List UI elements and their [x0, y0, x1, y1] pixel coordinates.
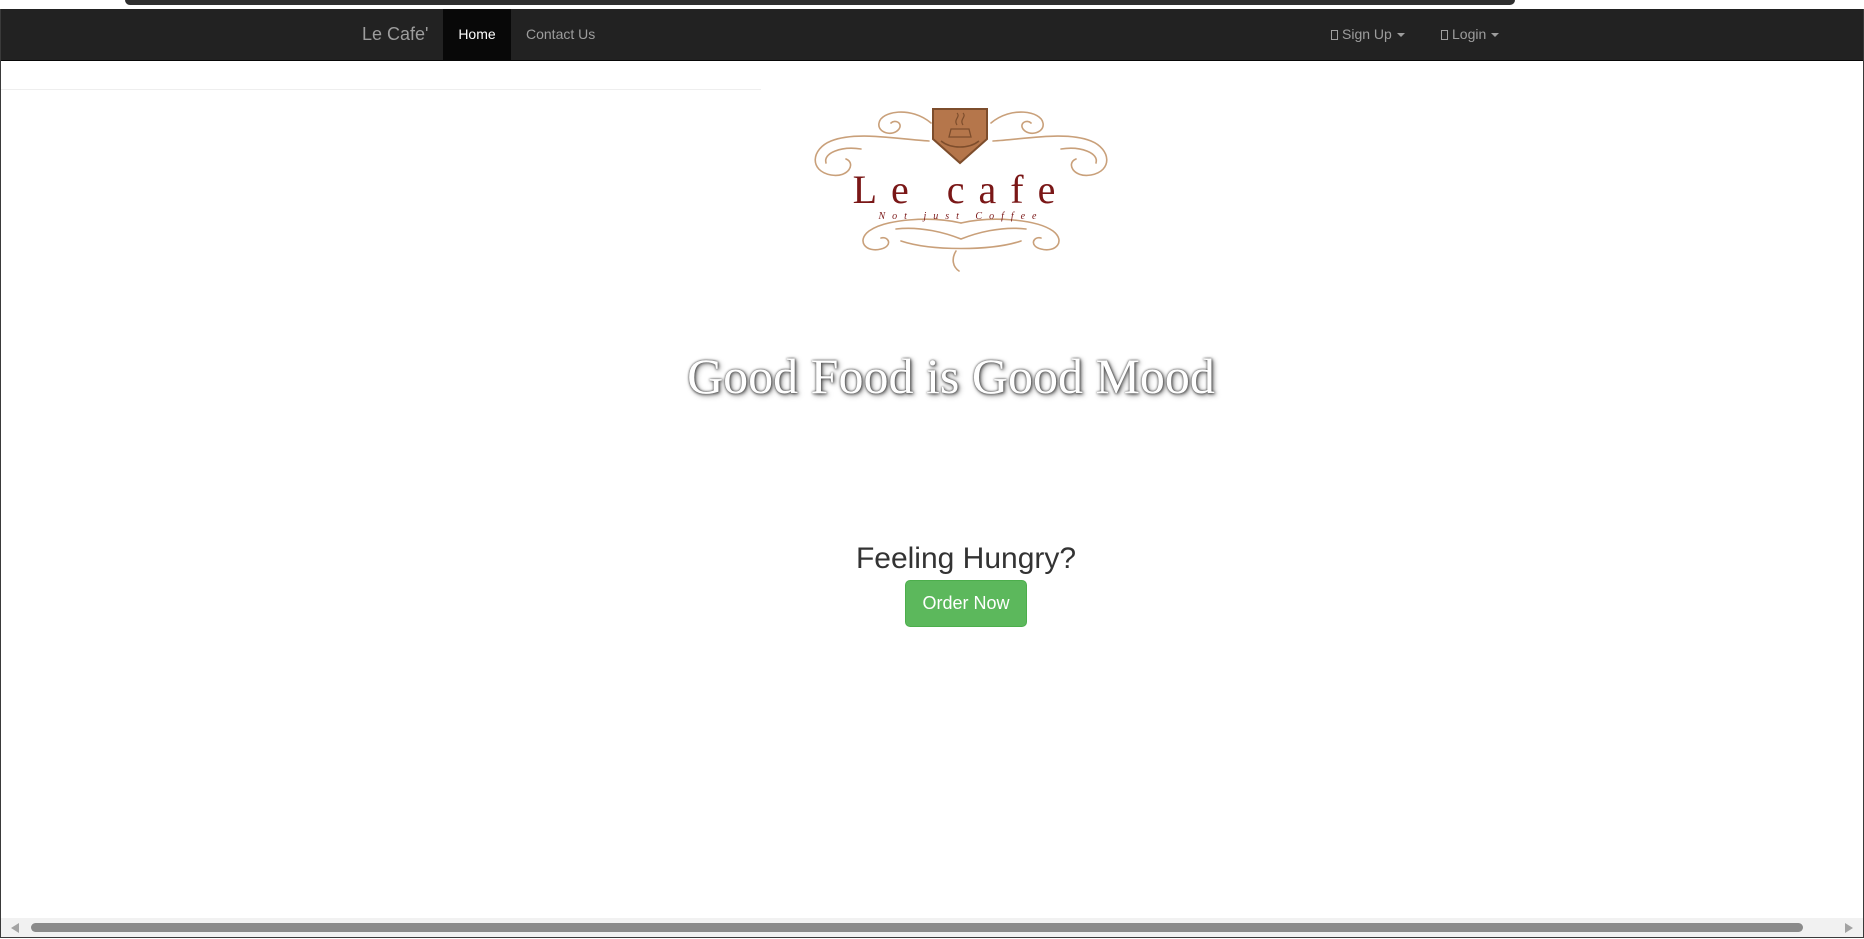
sign-up-dropdown[interactable]: Sign Up — [1331, 9, 1405, 60]
cta-heading: Feeling Hungry? — [855, 542, 1077, 575]
nav-link-contact-us[interactable]: Contact Us — [511, 9, 610, 60]
caret-down-icon — [1396, 33, 1405, 37]
scroll-right-arrow-icon[interactable] — [1845, 923, 1853, 933]
caret-down-icon — [1491, 33, 1500, 37]
divider — [1, 89, 761, 90]
horizontal-scrollbar[interactable] — [1, 918, 1863, 937]
login-icon — [1441, 30, 1448, 40]
svg-text:Le cafe: Le cafe — [853, 167, 1070, 212]
window-top-bar — [125, 0, 1515, 5]
browser-viewport: Le Cafe' Home Contact Us Sign Up Login L… — [0, 9, 1864, 938]
navbar-brand[interactable]: Le Cafe' — [362, 9, 428, 60]
scrollbar-thumb[interactable] — [31, 923, 1803, 932]
scroll-left-arrow-icon[interactable] — [11, 923, 19, 933]
login-label: Login — [1452, 26, 1487, 42]
user-icon — [1331, 30, 1338, 40]
order-now-button[interactable]: Order Now — [905, 580, 1027, 627]
nav-link-home[interactable]: Home — [443, 9, 511, 60]
login-dropdown[interactable]: Login — [1441, 9, 1500, 60]
svg-text:Not just Coffee: Not just Coffee — [878, 211, 1044, 222]
le-cafe-logo: Le cafe Not just Coffee — [814, 108, 1108, 272]
navbar: Le Cafe' Home Contact Us Sign Up Login — [1, 9, 1863, 61]
sign-up-label: Sign Up — [1342, 26, 1392, 42]
hero-tagline: Good Food is Good Mood — [687, 348, 1215, 404]
